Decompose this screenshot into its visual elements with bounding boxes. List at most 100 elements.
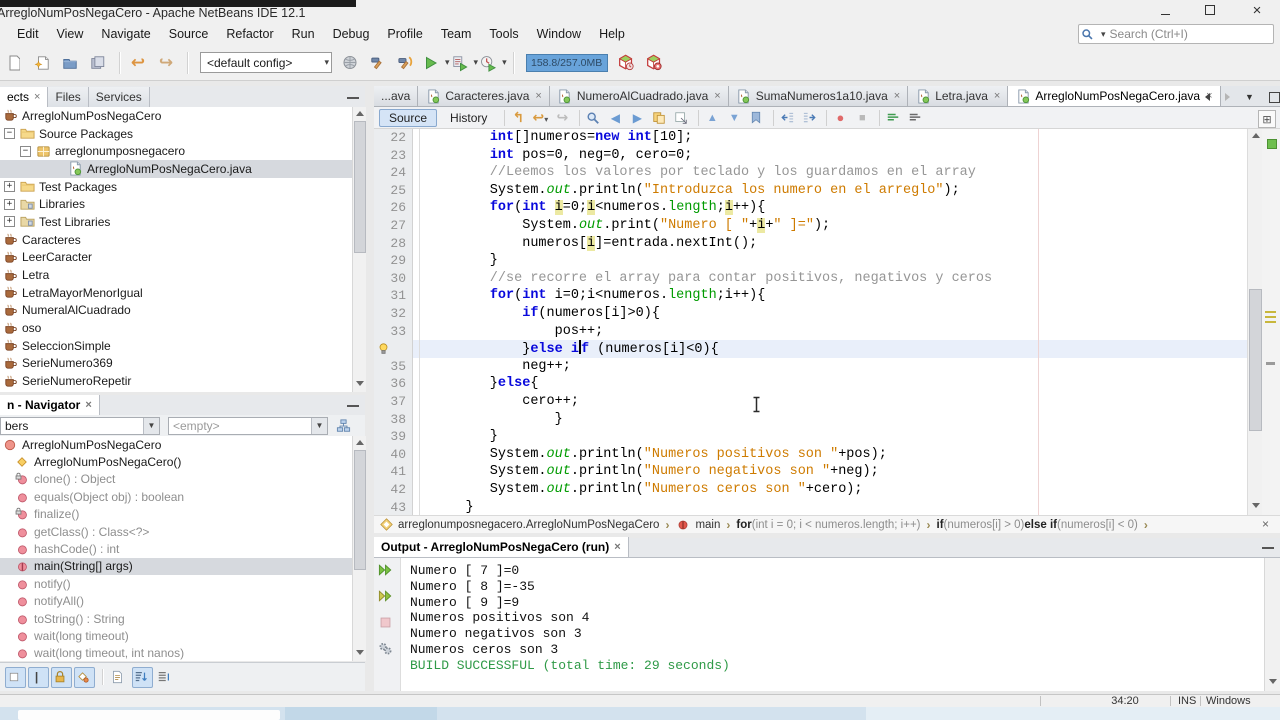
code-line[interactable]: System.out.println("Numero negativos son… [425, 463, 879, 481]
nb-clock-button[interactable] [615, 50, 641, 76]
close-icon[interactable]: × [894, 90, 900, 102]
breadcrumb-item[interactable]: arreglonumposnegacero.ArregloNumPosNegaC… [378, 517, 659, 532]
collapse-icon[interactable]: − [20, 146, 31, 157]
member-mainstringargs[interactable]: main(String[] args) [0, 558, 352, 575]
maximize-editor-icon[interactable] [1269, 92, 1280, 103]
comment-button[interactable] [885, 109, 905, 127]
tree-item-testlibraries[interactable]: +Test Libraries [0, 213, 352, 231]
scroll-down-icon[interactable] [1265, 676, 1280, 688]
close-icon[interactable]: × [535, 90, 541, 102]
view-source-button[interactable]: Source [379, 109, 437, 127]
tab-services[interactable]: Services [89, 87, 150, 107]
code-line[interactable]: //se recorre el array para contar positi… [425, 270, 992, 288]
line-number[interactable]: 27 [376, 217, 406, 235]
line-number[interactable]: 30 [376, 270, 406, 288]
editor-tab-arreglonumposnegacerojava[interactable]: ArregloNumPosNegaCero.java× [1008, 86, 1220, 106]
editor-scroll-thumb[interactable] [1249, 289, 1262, 431]
member-notify[interactable]: notify() [0, 575, 352, 592]
new-file-button[interactable] [31, 50, 57, 76]
line-number[interactable]: 23 [376, 147, 406, 165]
view-history-button[interactable]: History [440, 109, 497, 127]
output-scrollbar[interactable] [1264, 558, 1280, 691]
chevron-down-icon[interactable]: ▾ [502, 57, 507, 68]
close-icon[interactable]: × [85, 399, 91, 411]
toggle-highlight-button[interactable] [651, 109, 671, 127]
profile-button[interactable]: ▾ [480, 50, 507, 76]
line-number[interactable]: 41 [376, 463, 406, 481]
navigator-scroll-thumb[interactable] [354, 450, 366, 570]
select-in-button[interactable] [673, 109, 693, 127]
menu-team[interactable]: Team [432, 25, 481, 43]
code-line[interactable]: } [425, 428, 498, 446]
code-editor[interactable]: int[]numeros=new int[10]; int pos=0, neg… [374, 129, 1280, 515]
code-line[interactable]: System.out.println("Numeros positivos so… [425, 446, 887, 464]
scroll-up-icon[interactable] [1248, 130, 1263, 142]
warning-mark[interactable] [1265, 316, 1276, 318]
last-edit-button[interactable]: ↰ [510, 109, 530, 127]
prev-bookmark-button[interactable]: ▲ [704, 109, 724, 127]
member-equalsobjectobjboolean[interactable]: equals(Object obj) : boolean [0, 488, 352, 505]
tree-item-caracteres[interactable]: Caracteres [0, 231, 352, 249]
expand-icon[interactable]: + [4, 216, 15, 227]
expand-icon[interactable]: + [4, 181, 15, 192]
search-dropdown-icon[interactable]: ▾ [1101, 29, 1106, 40]
show-inherited-button[interactable] [5, 667, 26, 688]
chevron-down-icon[interactable]: ▾ [474, 57, 479, 68]
line-number[interactable]: 33 [376, 323, 406, 341]
toggle-bookmark-button[interactable] [748, 109, 768, 127]
quick-search[interactable]: ▾ Search (Ctrl+I) [1078, 24, 1274, 44]
member-cloneobject[interactable]: clone() : Object [0, 471, 352, 488]
line-number[interactable]: 22 [376, 129, 406, 147]
code-line[interactable]: }else if (numeros[i]<0){ [425, 340, 719, 359]
tree-item-letra[interactable]: Letra [0, 266, 352, 284]
member-waitlongtimeoutintnanos[interactable]: wait(long timeout, int nanos) [0, 645, 352, 661]
code-line[interactable]: } [425, 252, 498, 270]
show-non-public-button[interactable] [51, 667, 72, 688]
code-line[interactable]: neg++; [425, 358, 571, 376]
member-waitlongtimeout[interactable]: wait(long timeout) [0, 627, 352, 644]
undo-button[interactable]: ↩ [127, 50, 153, 76]
line-number[interactable]: 26 [376, 199, 406, 217]
code-line[interactable]: for(int i=0;i<numeros.length;i++){ [425, 199, 765, 217]
warning-mark[interactable] [1265, 311, 1276, 313]
breadcrumb-item[interactable]: if (numeros[i] > 0) else if (numeros[i] … [937, 519, 1138, 531]
tree-item-oso[interactable]: oso [0, 319, 352, 337]
tree-item-testpackages[interactable]: +Test Packages [0, 178, 352, 196]
rerun-changed-button[interactable] [377, 589, 397, 609]
line-number[interactable]: 31 [376, 287, 406, 305]
run-button[interactable]: ▾ [423, 50, 450, 76]
close-icon[interactable]: × [614, 541, 620, 553]
code-line[interactable]: cero++; [425, 393, 579, 411]
menu-window[interactable]: Window [528, 25, 590, 43]
line-number[interactable]: 35 [376, 358, 406, 376]
member-notifyall[interactable]: notifyAll() [0, 593, 352, 610]
projects-scroll-thumb[interactable] [354, 121, 366, 253]
member-finalize[interactable]: finalize() [0, 506, 352, 523]
inheritance-view-icon[interactable] [335, 418, 351, 433]
tree-item-numeralalcuadrado[interactable]: NumeralAlCuadrado [0, 302, 352, 320]
editor-tab-caracteresjava[interactable]: Caracteres.java× [418, 86, 549, 106]
config-select[interactable]: <default config>▾ [200, 52, 332, 73]
web-button[interactable] [339, 50, 365, 76]
menu-navigate[interactable]: Navigate [92, 25, 159, 43]
debug-button[interactable]: ▾ [452, 50, 479, 76]
line-number[interactable]: 36 [376, 375, 406, 393]
line-number[interactable]: 40 [376, 446, 406, 464]
rerun-button[interactable] [377, 562, 397, 582]
jump-forward-button[interactable]: ↪ [554, 109, 574, 127]
code-line[interactable]: System.out.println("Numeros ceros son "+… [425, 481, 863, 499]
settings-button[interactable] [377, 641, 397, 661]
tree-item-libraries[interactable]: +Libraries [0, 195, 352, 213]
code-line[interactable]: }else{ [425, 375, 538, 393]
tree-item-letramayormenorigual[interactable]: LetraMayorMenorIgual [0, 284, 352, 302]
tab-files[interactable]: Files [48, 87, 88, 107]
breadcrumb-item[interactable]: main [675, 517, 720, 532]
sort-alpha-button[interactable] [132, 667, 153, 688]
memory-indicator[interactable]: 158.8/257.0MB [526, 54, 608, 72]
close-icon[interactable]: × [994, 90, 1000, 102]
code-line[interactable]: int pos=0, neg=0, cero=0; [425, 147, 692, 165]
line-number[interactable]: 25 [376, 182, 406, 200]
tree-item-serienumero369[interactable]: SerieNumero369 [0, 355, 352, 373]
line-number[interactable]: 43 [376, 499, 406, 515]
code-line[interactable]: numeros[i]=entrada.nextInt(); [425, 235, 757, 253]
